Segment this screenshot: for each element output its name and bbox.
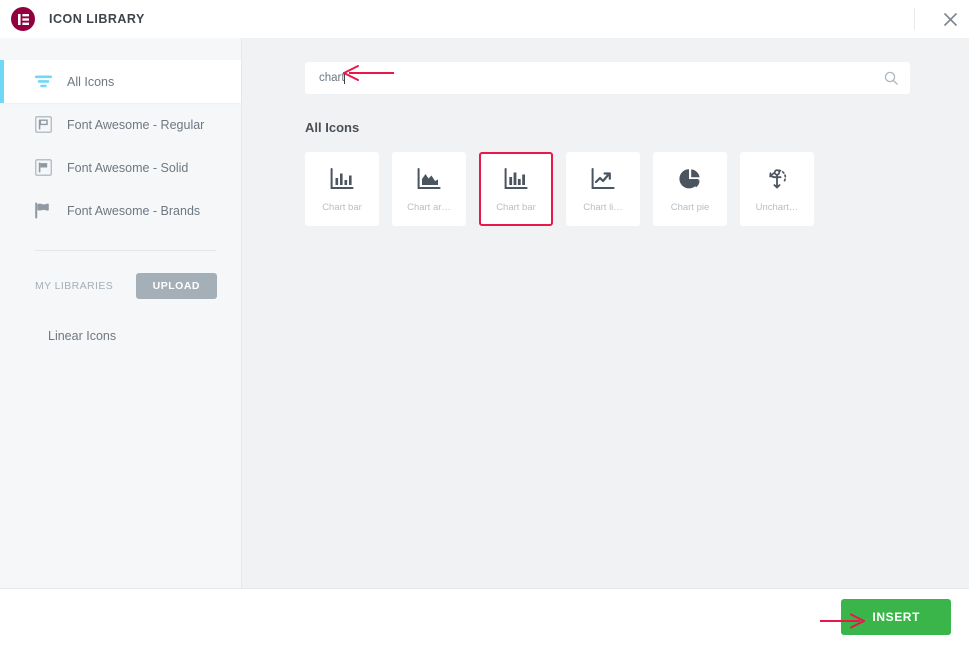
search-icon[interactable] xyxy=(884,71,898,85)
icon-card-label: Chart bar xyxy=(322,202,362,213)
icon-grid: Chart bar Chart ar… Chart bar Chart li… … xyxy=(305,152,910,226)
sidebar-item-font-awesome-brands[interactable]: Font Awesome - Brands xyxy=(0,189,241,232)
sidebar-item-label: Font Awesome - Brands xyxy=(67,203,201,218)
chart-bar-solid-icon xyxy=(504,165,528,193)
icon-card-label: Chart li… xyxy=(583,202,623,213)
page-title: ICON LIBRARY xyxy=(49,12,145,26)
my-libraries-row: MY LIBRARIES UPLOAD xyxy=(0,273,241,299)
sidebar-item-all-icons[interactable]: All Icons xyxy=(0,60,241,103)
icon-card-chart-bar-selected[interactable]: Chart bar xyxy=(479,152,553,226)
chart-pie-icon xyxy=(678,165,702,193)
search-bar[interactable]: chart xyxy=(305,62,910,94)
insert-button[interactable]: INSERT xyxy=(841,599,951,635)
chart-bar-icon xyxy=(330,165,354,193)
icon-card-chart-line[interactable]: Chart li… xyxy=(566,152,640,226)
header-divider xyxy=(914,8,915,30)
sidebar-item-font-awesome-regular[interactable]: Font Awesome - Regular xyxy=(0,103,241,146)
icon-card-label: Unchart… xyxy=(755,202,799,213)
elementor-logo-icon xyxy=(11,7,35,31)
flag-solid-icon xyxy=(33,158,53,178)
content-panel: chart All Icons Chart bar Chart ar… Char… xyxy=(242,38,969,588)
sidebar-item-label: Font Awesome - Regular xyxy=(67,117,205,132)
flag-outline-icon xyxy=(33,115,53,135)
sidebar-item-font-awesome-solid[interactable]: Font Awesome - Solid xyxy=(0,146,241,189)
section-title: All Icons xyxy=(305,120,360,135)
icon-library-modal: ICON LIBRARY All Icons Font Awesome - Re… xyxy=(0,0,969,645)
icon-card-chart-bar[interactable]: Chart bar xyxy=(305,152,379,226)
my-libraries-label: MY LIBRARIES xyxy=(35,280,114,292)
modal-footer: INSERT xyxy=(0,588,969,645)
icon-card-chart-pie[interactable]: Chart pie xyxy=(653,152,727,226)
icon-card-label: Chart bar xyxy=(496,202,536,213)
filter-icon xyxy=(33,72,53,92)
upload-button[interactable]: UPLOAD xyxy=(135,273,217,299)
close-icon[interactable] xyxy=(931,0,969,38)
icon-card-chart-area[interactable]: Chart ar… xyxy=(392,152,466,226)
sidebar-item-label: All Icons xyxy=(67,74,115,89)
sidebar-item-label: Font Awesome - Solid xyxy=(67,160,189,175)
search-input-value: chart xyxy=(319,72,345,84)
flag-wave-icon xyxy=(33,201,53,221)
header-actions xyxy=(914,0,969,38)
sidebar-item-linear-icons[interactable]: Linear Icons xyxy=(0,329,241,343)
chart-line-icon xyxy=(591,165,615,193)
icon-card-uncharted[interactable]: Unchart… xyxy=(740,152,814,226)
icon-card-label: Chart ar… xyxy=(407,202,451,213)
sidebar: All Icons Font Awesome - Regular Font Aw… xyxy=(0,38,242,588)
sidebar-divider xyxy=(35,250,216,251)
chart-area-icon xyxy=(417,165,441,193)
modal-header: ICON LIBRARY xyxy=(0,0,969,38)
text-cursor xyxy=(343,72,345,84)
icon-card-label: Chart pie xyxy=(670,202,710,213)
modal-body: All Icons Font Awesome - Regular Font Aw… xyxy=(0,38,969,588)
anchor-uncharted-icon xyxy=(765,165,789,193)
